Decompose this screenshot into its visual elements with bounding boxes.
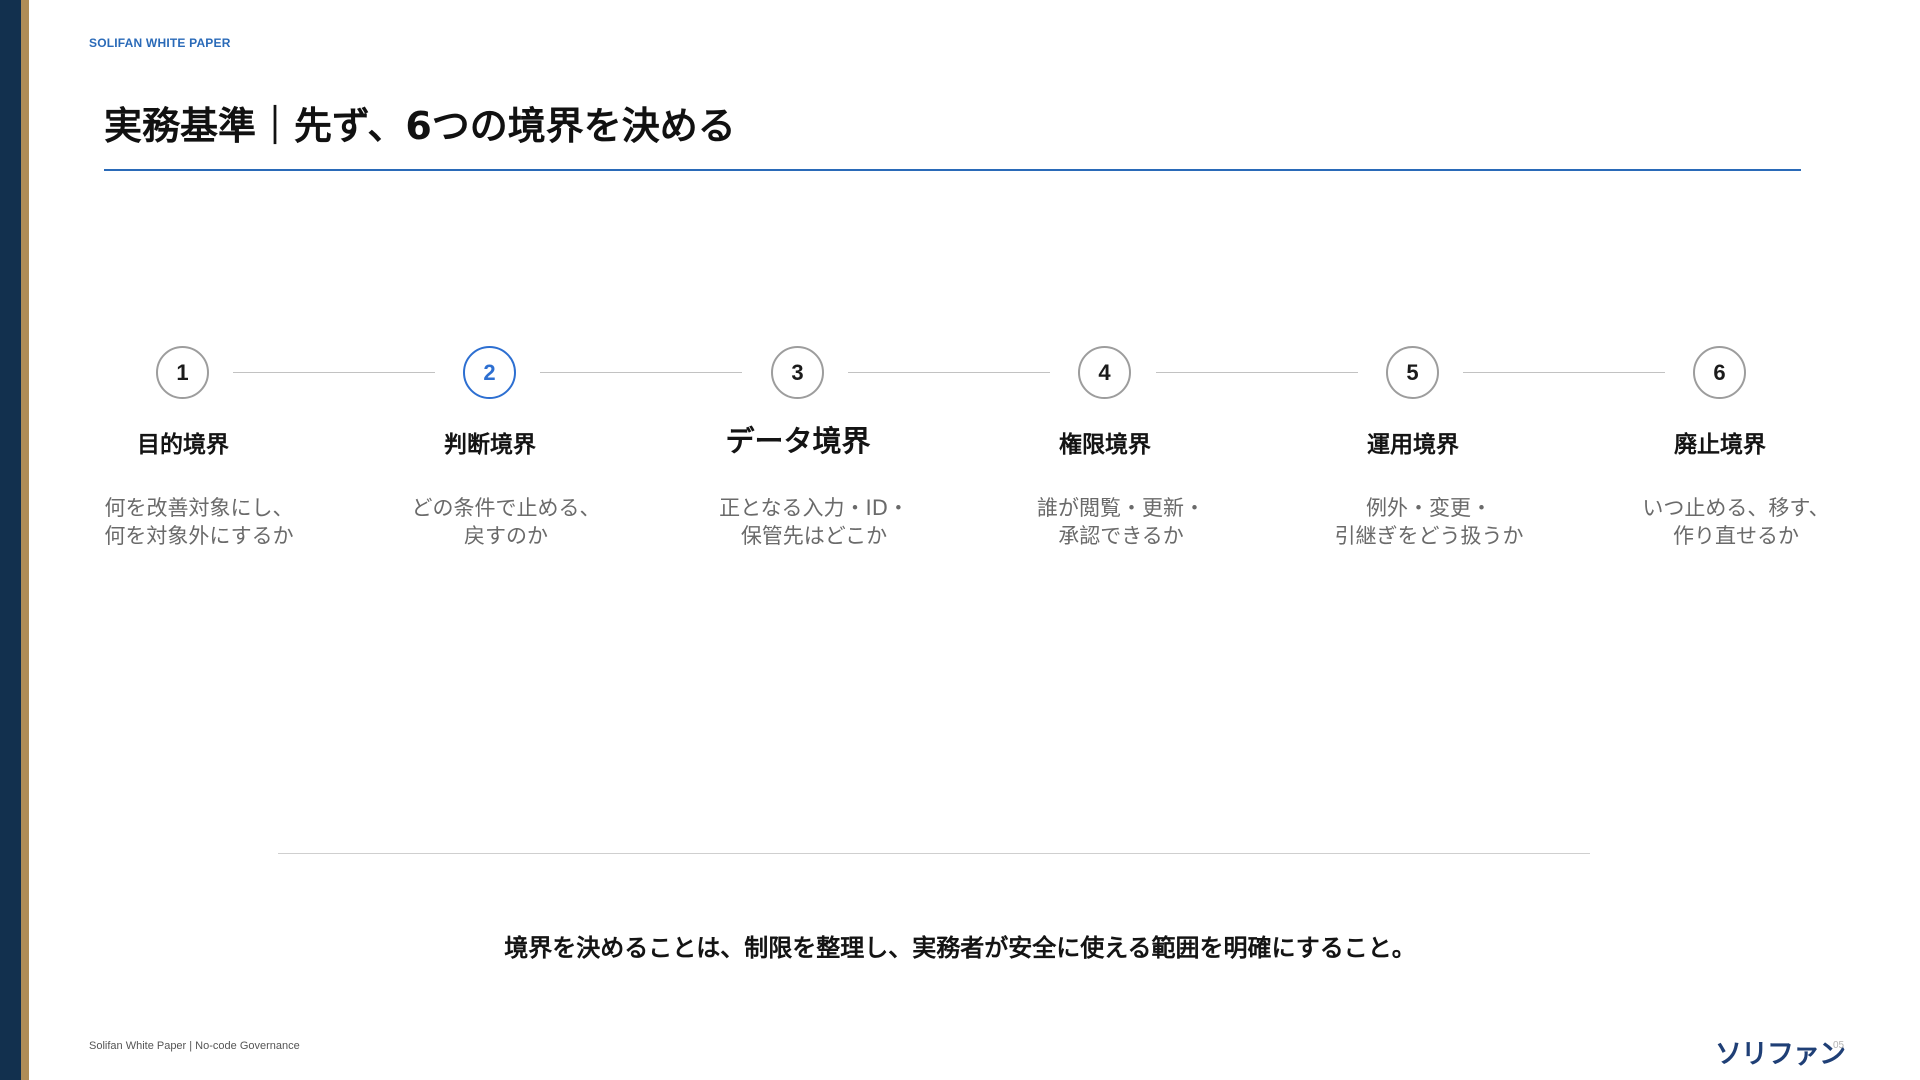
step-4-description-line: 誰が閲覧・更新・ xyxy=(1037,496,1205,520)
step-5-title: 運用境界 xyxy=(1367,432,1459,458)
step-2-description: どの条件で止める、 戻すのか xyxy=(376,494,636,550)
step-4-title: 権限境界 xyxy=(1059,432,1151,458)
page-title: 実務基準｜先ず、6つの境界を決める xyxy=(104,104,736,148)
left-gold-stripe xyxy=(21,0,29,1080)
step-3-description: 正となる入力・ID・ 保管先はどこか xyxy=(684,494,944,550)
step-connector xyxy=(233,372,435,373)
step-3-description-line: 正となる入力・ID・ xyxy=(719,496,909,520)
step-2-description-line: どの条件で止める、 xyxy=(411,496,601,520)
step-1-description: 何を改善対象にし、 何を対象外にするか xyxy=(69,494,329,550)
step-5-description-line: 引継ぎをどう扱うか xyxy=(1334,524,1524,548)
step-6-description-line: いつ止める、移す、 xyxy=(1642,496,1830,520)
step-3-description-line: 保管先はどこか xyxy=(740,524,888,548)
step-1-title: 目的境界 xyxy=(137,432,229,458)
step-6-title: 廃止境界 xyxy=(1674,432,1766,458)
step-3-number-badge: 3 xyxy=(771,346,824,399)
step-3-title: データ境界 xyxy=(725,424,871,458)
step-connector xyxy=(540,372,742,373)
step-5-description-line: 例外・変更・ xyxy=(1366,496,1492,520)
step-6-description-line: 作り直せるか xyxy=(1673,524,1799,548)
header-kicker: SOLIFAN WHITE PAPER xyxy=(89,36,231,50)
left-navy-stripe xyxy=(0,0,21,1080)
step-4-description: 誰が閲覧・更新・ 承認できるか xyxy=(991,494,1251,550)
step-connector xyxy=(1463,372,1665,373)
step-6-description: いつ止める、移す、 作り直せるか xyxy=(1606,494,1866,550)
step-4-description-line: 承認できるか xyxy=(1058,524,1184,548)
step-2-description-line: 戻すのか xyxy=(464,524,548,548)
step-connector xyxy=(1156,372,1358,373)
step-connector xyxy=(848,372,1050,373)
footer-caption: Solifan White Paper | No-code Governance xyxy=(89,1040,300,1052)
step-6-number-badge: 6 xyxy=(1693,346,1746,399)
brand-logo: ソリファン xyxy=(1715,1039,1846,1070)
step-1-number-badge: 1 xyxy=(156,346,209,399)
step-4-number-badge: 4 xyxy=(1078,346,1131,399)
step-1-description-line: 何を対象外にするか xyxy=(104,524,294,548)
page-number: 05 xyxy=(1833,1040,1845,1051)
step-2-title: 判断境界 xyxy=(444,432,536,458)
step-2-number-badge: 2 xyxy=(463,346,516,399)
step-5-description: 例外・変更・ 引継ぎをどう扱うか xyxy=(1299,494,1559,550)
step-5-number-badge: 5 xyxy=(1386,346,1439,399)
step-1-description-line: 何を改善対象にし、 xyxy=(104,496,294,520)
conclusion-statement: 境界を決めることは、制限を整理し、実務者が安全に使える範囲を明確にすること。 xyxy=(504,934,1416,962)
title-underline xyxy=(104,169,1801,171)
conclusion-divider xyxy=(278,853,1590,854)
